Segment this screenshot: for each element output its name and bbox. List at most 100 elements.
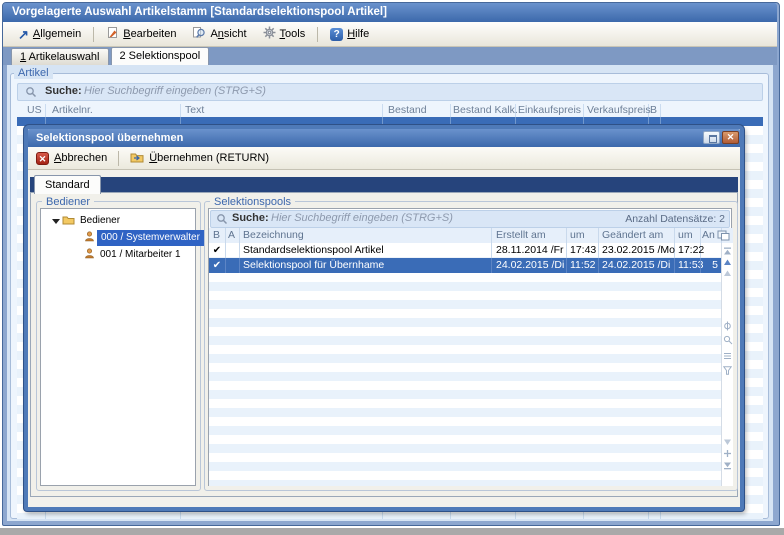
row2-geaendert-am: 24.02.2015 /Di (602, 258, 670, 273)
menu-item-tools[interactable]: Tools (256, 24, 313, 44)
folder-icon (62, 214, 75, 228)
row1-um1: 17:43 (570, 243, 596, 258)
restore-icon (709, 135, 717, 143)
grid-divider (491, 258, 492, 273)
menu-separator (93, 27, 94, 42)
record-count: Anzahl Datensätze: 2 (620, 213, 725, 225)
page-up-icon[interactable] (723, 268, 732, 280)
filter-icon[interactable] (723, 366, 732, 378)
pools-empty-rows[interactable] (209, 273, 721, 486)
dialog-toolbar: ✕ Abbrechen Übernehmen (RETURN) (28, 147, 740, 170)
menu-label-bearbeiten: Bearbeiten (123, 28, 176, 40)
tab-selektionspool[interactable]: 2 Selektionspool (111, 47, 210, 65)
tab-artikelauswahl[interactable]: 1 Artikelauswahl (11, 48, 109, 65)
menu-separator (317, 27, 318, 42)
row2-check-icon: ✔ (210, 258, 224, 273)
artikel-col-us[interactable]: US (27, 103, 42, 117)
user-icon (84, 248, 95, 262)
move-icon[interactable] (723, 449, 732, 461)
artikel-col-bestand[interactable]: Bestand (388, 103, 427, 117)
menu-bar: ↗ Allgemein Bearbeiten Ansicht Tools ? H… (3, 22, 777, 47)
row1-check-icon: ✔ (210, 243, 224, 258)
tab-standard[interactable]: Standard (34, 175, 101, 194)
abbrechen-button[interactable]: ✕ Abbrechen (36, 152, 107, 165)
accept-folder-icon (130, 151, 144, 166)
artikel-col-artikelnr[interactable]: Artikelnr. (52, 103, 93, 117)
bediener-group-caption: Bediener (42, 196, 94, 208)
user-icon (84, 231, 95, 245)
row2-bezeichnung: Selektionspool für Übernhame (243, 258, 384, 273)
menu-label-hilfe: Hilfe (347, 28, 369, 40)
row2-um1: 11:52 (570, 258, 596, 273)
artikel-col-verkaufspreis[interactable]: Verkaufspreis (587, 103, 651, 117)
artikel-search-placeholder: Hier Suchbegriff eingeben (STRG+S) (84, 85, 266, 97)
window-title: Vorgelagerte Auswahl Artikelstamm [Stand… (12, 6, 387, 18)
tree-item-systemverwalter[interactable]: 000 / Systemverwalter (97, 230, 204, 246)
list-icon[interactable] (723, 351, 732, 363)
col-an[interactable]: An (702, 228, 715, 243)
col-bezeichnung[interactable]: Bezeichnung (243, 228, 304, 243)
row1-um2: 17:22 (678, 243, 704, 258)
grid-divider (598, 258, 599, 273)
col-a[interactable]: A (228, 228, 235, 243)
zoom-icon[interactable] (723, 335, 733, 348)
row1-erstellt-am: 28.11.2014 /Fr (496, 243, 564, 258)
row-down-icon[interactable] (723, 437, 732, 449)
row1-geaendert-am: 23.02.2015 /Mo (602, 243, 675, 258)
col-b[interactable]: B (213, 228, 220, 243)
dialog-title: Selektionspool übernehmen (36, 132, 183, 144)
dialog-tabstrip (30, 177, 738, 192)
artikel-col-bestand-kalk[interactable]: Bestand Kalk. (453, 103, 518, 117)
restore-button[interactable] (703, 131, 720, 144)
grid-divider (225, 258, 226, 273)
col-geaendert-am[interactable]: Geändert am (602, 228, 663, 243)
tree-root-label[interactable]: Bediener (80, 213, 120, 229)
search-icon (25, 86, 37, 101)
artikel-col-einkaufspreis[interactable]: Einkaufspreis (518, 103, 581, 117)
grid-divider (239, 258, 240, 273)
menu-item-bearbeiten[interactable]: Bearbeiten (99, 24, 183, 44)
row1-bezeichnung: Standardselektionspool Artikel (243, 243, 384, 258)
magnifier-page-icon (192, 26, 206, 42)
gear-icon (263, 26, 276, 42)
grid-divider (566, 258, 567, 273)
scroll-bottom-icon[interactable] (723, 461, 732, 473)
menu-item-allgemein[interactable]: ↗ Allgemein (11, 26, 88, 43)
pools-search-placeholder: Hier Suchbegriff eingeben (STRG+S) (271, 212, 453, 224)
artikel-search-label: Suche: (45, 85, 82, 97)
desktop-strip (0, 528, 784, 535)
tree-item-mitarbeiter[interactable]: 001 / Mitarbeiter 1 (100, 247, 181, 263)
pools-group-caption: Selektionspools (210, 196, 295, 208)
edit-page-icon (106, 26, 119, 42)
col-erstellt-am[interactable]: Erstellt am (496, 228, 546, 243)
cancel-x-icon: ✕ (36, 152, 49, 165)
main-tab-strip: 1 Artikelauswahl 2 Selektionspool (3, 47, 777, 65)
dialog-titlebar[interactable]: Selektionspool übernehmen (28, 129, 740, 147)
close-button[interactable]: ✕ (722, 131, 739, 144)
menu-label-ansicht: Ansicht (210, 28, 246, 40)
help-icon: ? (330, 28, 343, 41)
toolbar-separator (118, 151, 119, 166)
pools-search-label: Suche: (232, 212, 269, 224)
uebernehmen-label: Übernehmen (RETURN) (149, 152, 269, 164)
tree-expander-icon[interactable] (52, 219, 60, 224)
col-um2[interactable]: um (678, 228, 693, 243)
uebernehmen-button[interactable]: Übernehmen (RETURN) (130, 151, 269, 166)
menu-item-ansicht[interactable]: Ansicht (185, 24, 253, 44)
menu-label-tools: Tools (280, 28, 306, 40)
column-chooser-icon[interactable] (717, 230, 730, 244)
grid-divider (674, 258, 675, 273)
row2-an: 5 (702, 258, 718, 273)
menu-item-hilfe[interactable]: ? Hilfe (323, 26, 376, 43)
menu-label-allgemein: Allgemein (33, 28, 81, 40)
col-um1[interactable]: um (570, 228, 585, 243)
main-titlebar[interactable]: Vorgelagerte Auswahl Artikelstamm [Stand… (3, 3, 777, 22)
pin-icon[interactable] (723, 321, 732, 334)
search-icon (216, 213, 228, 228)
artikel-col-b[interactable]: B (650, 103, 657, 117)
arrow-up-right-icon: ↗ (18, 28, 29, 41)
artikel-col-text[interactable]: Text (185, 103, 204, 117)
artikel-group-caption: Artikel (14, 67, 53, 79)
row2-erstellt-am: 24.02.2015 /Di (496, 258, 564, 273)
grid-divider (700, 258, 701, 273)
